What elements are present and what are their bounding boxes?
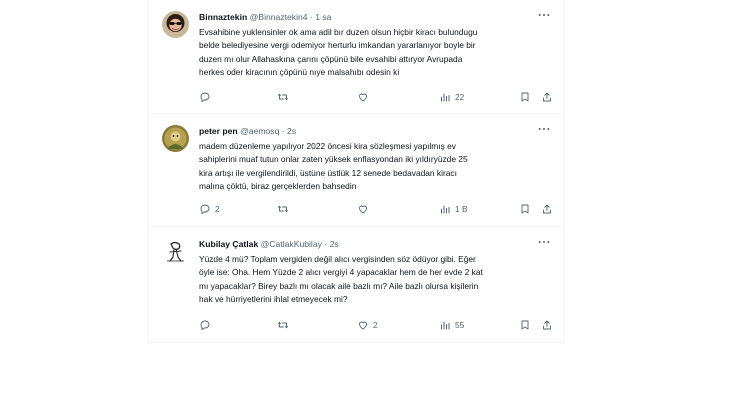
retweet-button[interactable] <box>277 91 293 103</box>
retweet-icon <box>278 321 288 329</box>
reply-icon <box>200 320 210 331</box>
reply-button[interactable] <box>199 91 215 103</box>
views-button[interactable]: 22 <box>439 91 464 103</box>
tweet-header: peter pen @aemosq · 2s <box>199 125 296 137</box>
views-chart-icon <box>441 93 450 102</box>
reply-count: 2 <box>215 204 220 214</box>
tweet-text: madem düzenleme yapılıyor 2022 öncesi ki… <box>199 141 468 191</box>
bookmark-icon <box>521 204 529 214</box>
like-count: 2 <box>373 320 378 330</box>
share-button[interactable] <box>541 319 553 331</box>
views-chart-icon <box>441 321 450 330</box>
view-count: 55 <box>455 320 465 330</box>
bookmark-button[interactable] <box>519 203 531 215</box>
view-count: 22 <box>455 92 465 102</box>
like-button[interactable]: 2 <box>357 319 378 331</box>
share-icon <box>543 92 551 102</box>
author-name[interactable]: Kubilay Çatlak <box>199 239 258 249</box>
bookmark-icon <box>521 320 529 330</box>
tweet[interactable]: Kubilay Çatlak @CatlakKubilay · 2s Yüzde… <box>149 227 563 341</box>
tweet-text: Yüzde 4 mü? Toplam vergiden değil alıcı … <box>199 254 483 304</box>
retweet-icon <box>278 205 288 213</box>
share-button[interactable] <box>541 91 553 103</box>
timestamp[interactable]: 2s <box>287 126 296 136</box>
retweet-icon <box>278 93 288 101</box>
reply-button[interactable] <box>199 319 215 331</box>
avatar[interactable] <box>162 11 189 38</box>
separator: · <box>309 12 313 22</box>
tweet-actions: 2 1 B <box>199 203 551 217</box>
retweet-button[interactable] <box>277 203 293 215</box>
views-button[interactable]: 1 B <box>439 203 468 215</box>
bookmark-button[interactable] <box>519 91 531 103</box>
view-count: 1 B <box>455 204 468 214</box>
share-button[interactable] <box>541 203 553 215</box>
separator: · <box>281 126 285 136</box>
separator: · <box>324 239 328 249</box>
tweet-text: Evsahibine yuklensinler ok ama adil bır … <box>199 27 478 77</box>
retweet-button[interactable] <box>277 319 293 331</box>
tweet-header: Binnaztekin @Binnaztekin4 · 1 sa <box>199 11 331 23</box>
bookmark-icon <box>521 92 529 102</box>
author-handle[interactable]: @CatlakKubilay <box>261 239 322 249</box>
more-horizontal-icon[interactable] <box>537 236 551 247</box>
tweet[interactable]: peter pen @aemosq · 2s madem düzenleme y… <box>149 114 563 227</box>
views-chart-icon <box>441 205 450 214</box>
author-name[interactable]: peter pen <box>199 126 238 136</box>
reply-icon <box>200 204 210 215</box>
views-button[interactable]: 55 <box>439 319 464 331</box>
like-button[interactable] <box>357 91 373 103</box>
more-horizontal-icon[interactable] <box>537 123 551 134</box>
share-icon <box>543 204 551 214</box>
author-handle[interactable]: @Binnaztekin4 <box>250 12 308 22</box>
timestamp[interactable]: 2s <box>330 239 339 249</box>
tweet-actions: 22 <box>199 91 551 105</box>
like-button[interactable] <box>357 203 373 215</box>
tweet[interactable]: Binnaztekin @Binnaztekin4 · 1 sa Evsahib… <box>149 0 563 114</box>
more-horizontal-icon[interactable] <box>537 9 551 20</box>
bookmark-button[interactable] <box>519 319 531 331</box>
tweet-actions: 2 55 <box>199 319 551 333</box>
avatar[interactable] <box>162 125 189 152</box>
reply-icon <box>200 92 210 103</box>
share-icon <box>543 320 551 330</box>
heart-icon <box>359 93 367 102</box>
reply-button[interactable]: 2 <box>199 203 220 215</box>
heart-icon <box>359 321 367 330</box>
avatar[interactable] <box>162 238 189 265</box>
author-handle[interactable]: @aemosq <box>240 126 279 136</box>
heart-icon <box>359 205 367 214</box>
tweet-thread: Binnaztekin @Binnaztekin4 · 1 sa Evsahib… <box>148 0 564 343</box>
author-name[interactable]: Binnaztekin <box>199 12 247 22</box>
tweet-header: Kubilay Çatlak @CatlakKubilay · 2s <box>199 238 339 250</box>
timestamp[interactable]: 1 sa <box>315 12 331 22</box>
